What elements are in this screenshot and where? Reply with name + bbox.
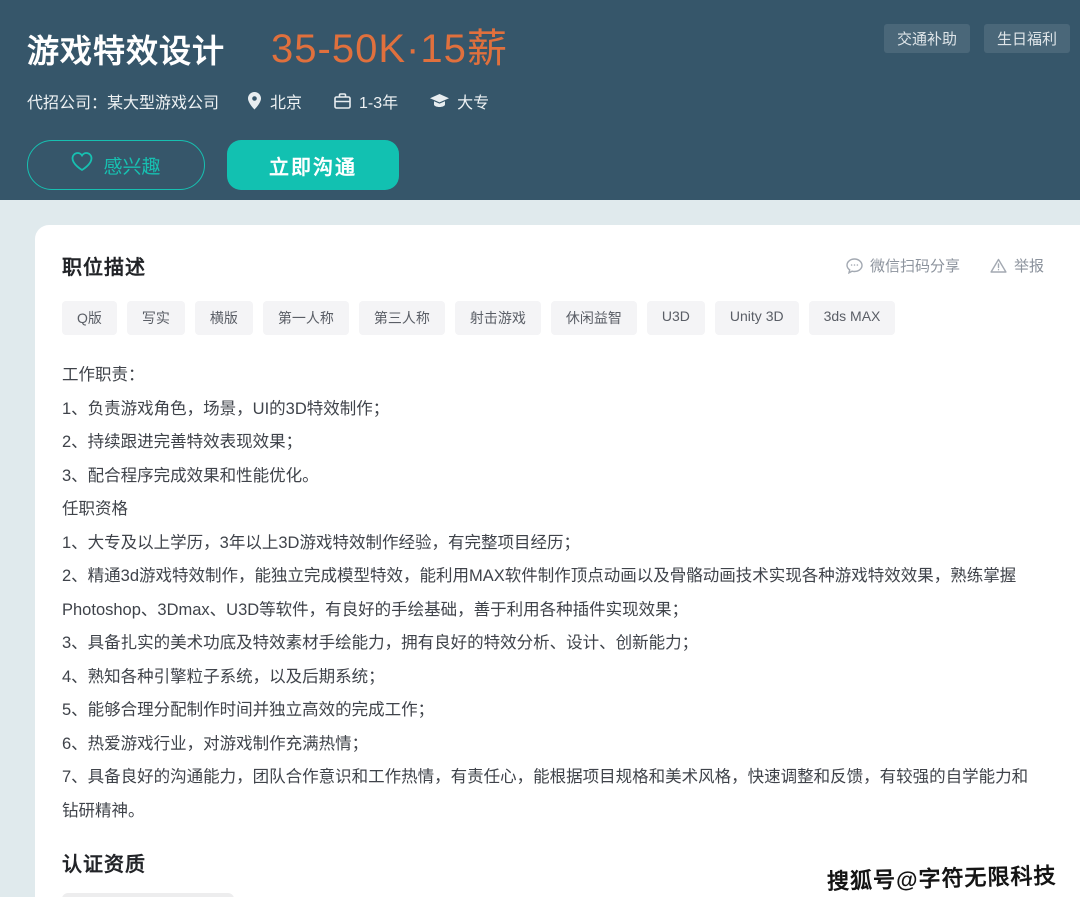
section-title-job-description: 职位描述 — [62, 251, 146, 280]
description-line: 4、熟知各种引擎粒子系统，以及后期系统； — [62, 661, 1044, 695]
chat-bubble-icon — [846, 258, 863, 274]
company-label: 代招公司：某大型游戏公司 — [27, 89, 219, 113]
job-detail-page: 游戏特效设计 35-50K·15薪 交通补助 生日福利 代招公司：某大型游戏公司… — [0, 0, 1080, 897]
description-line: 2、精通3d游戏特效制作，能独立完成模型特效，能利用MAX软件制作顶点动画以及骨… — [62, 560, 1044, 627]
benefit-badges: 交通补助 生日福利 — [884, 24, 1080, 53]
description-line: 2、持续跟进完善特效表现效果； — [62, 426, 1044, 460]
job-header: 游戏特效设计 35-50K·15薪 交通补助 生日福利 代招公司：某大型游戏公司… — [0, 0, 1080, 200]
tag: Q版 — [62, 301, 117, 335]
interest-button[interactable]: 感兴趣 — [27, 140, 205, 190]
location-label: 北京 — [270, 89, 302, 113]
salary: 35-50K·15薪 — [271, 16, 508, 74]
job-title: 游戏特效设计 — [27, 26, 225, 72]
warning-triangle-icon — [990, 258, 1007, 273]
experience-group: 1-3年 — [334, 89, 398, 113]
tag: U3D — [647, 301, 705, 335]
description-line: 1、负责游戏角色，场景，UI的3D特效制作； — [62, 393, 1044, 427]
heart-outline-icon — [71, 152, 93, 178]
chat-button[interactable]: 立即沟通 — [227, 140, 399, 190]
job-description-card: 职位描述 微信扫码分享 举报 Q版 写实 横版 第 — [35, 225, 1080, 897]
tag: 射击游戏 — [455, 301, 541, 335]
tag: Unity 3D — [715, 301, 799, 335]
education-group: 大专 — [430, 89, 489, 113]
card-head-actions: 微信扫码分享 举报 — [846, 255, 1044, 276]
education-label: 大专 — [457, 89, 489, 113]
tag: 第三人称 — [359, 301, 445, 335]
benefit-badge: 交通补助 — [884, 24, 970, 53]
interest-button-label: 感兴趣 — [103, 152, 160, 179]
job-meta-row: 代招公司：某大型游戏公司 北京 1-3年 大专 — [27, 89, 1080, 113]
report-label: 举报 — [1014, 255, 1044, 276]
description-line: 3、配合程序完成效果和性能优化。 — [62, 460, 1044, 494]
location-pin-icon — [247, 92, 262, 110]
card-head: 职位描述 微信扫码分享 举报 — [62, 251, 1044, 280]
description-line: 5、能够合理分配制作时间并独立高效的完成工作； — [62, 694, 1044, 728]
tag: 休闲益智 — [551, 301, 637, 335]
tag: 第一人称 — [263, 301, 349, 335]
description-line: 7、具备良好的沟通能力，团队合作意识和工作热情，有责任心，能根据项目规格和美术风… — [62, 761, 1044, 828]
job-tags: Q版 写实 横版 第一人称 第三人称 射击游戏 休闲益智 U3D Unity 3… — [62, 301, 1044, 335]
report-action[interactable]: 举报 — [990, 255, 1044, 276]
description-line: 工作职责： — [62, 359, 1044, 393]
description-line: 1、大专及以上学历，3年以上3D游戏特效制作经验，有完整项目经历； — [62, 527, 1044, 561]
wechat-share-action[interactable]: 微信扫码分享 — [846, 255, 960, 276]
tag: 写实 — [127, 301, 185, 335]
wechat-share-label: 微信扫码分享 — [870, 255, 960, 276]
briefcase-icon — [334, 93, 351, 109]
description-line: 3、具备扎实的美术功底及特效素材手绘能力，拥有良好的特效分析、设计、创新能力； — [62, 627, 1044, 661]
graduation-cap-icon — [430, 94, 449, 109]
job-description-text: 工作职责： 1、负责游戏角色，场景，UI的3D特效制作； 2、持续跟进完善特效表… — [62, 359, 1044, 828]
description-line: 6、热爱游戏行业，对游戏制作充满热情； — [62, 728, 1044, 762]
location-group: 北京 — [247, 89, 302, 113]
benefit-badge: 生日福利 — [984, 24, 1070, 53]
experience-label: 1-3年 — [359, 89, 398, 113]
action-buttons: 感兴趣 立即沟通 — [27, 140, 1080, 190]
description-line: 任职资格 — [62, 493, 1044, 527]
section-title-certifications: 认证资质 — [62, 848, 1044, 877]
chat-button-label: 立即沟通 — [269, 151, 357, 180]
tag: 横版 — [195, 301, 253, 335]
tag: 3ds MAX — [809, 301, 896, 335]
certification-item-placeholder — [62, 893, 234, 897]
